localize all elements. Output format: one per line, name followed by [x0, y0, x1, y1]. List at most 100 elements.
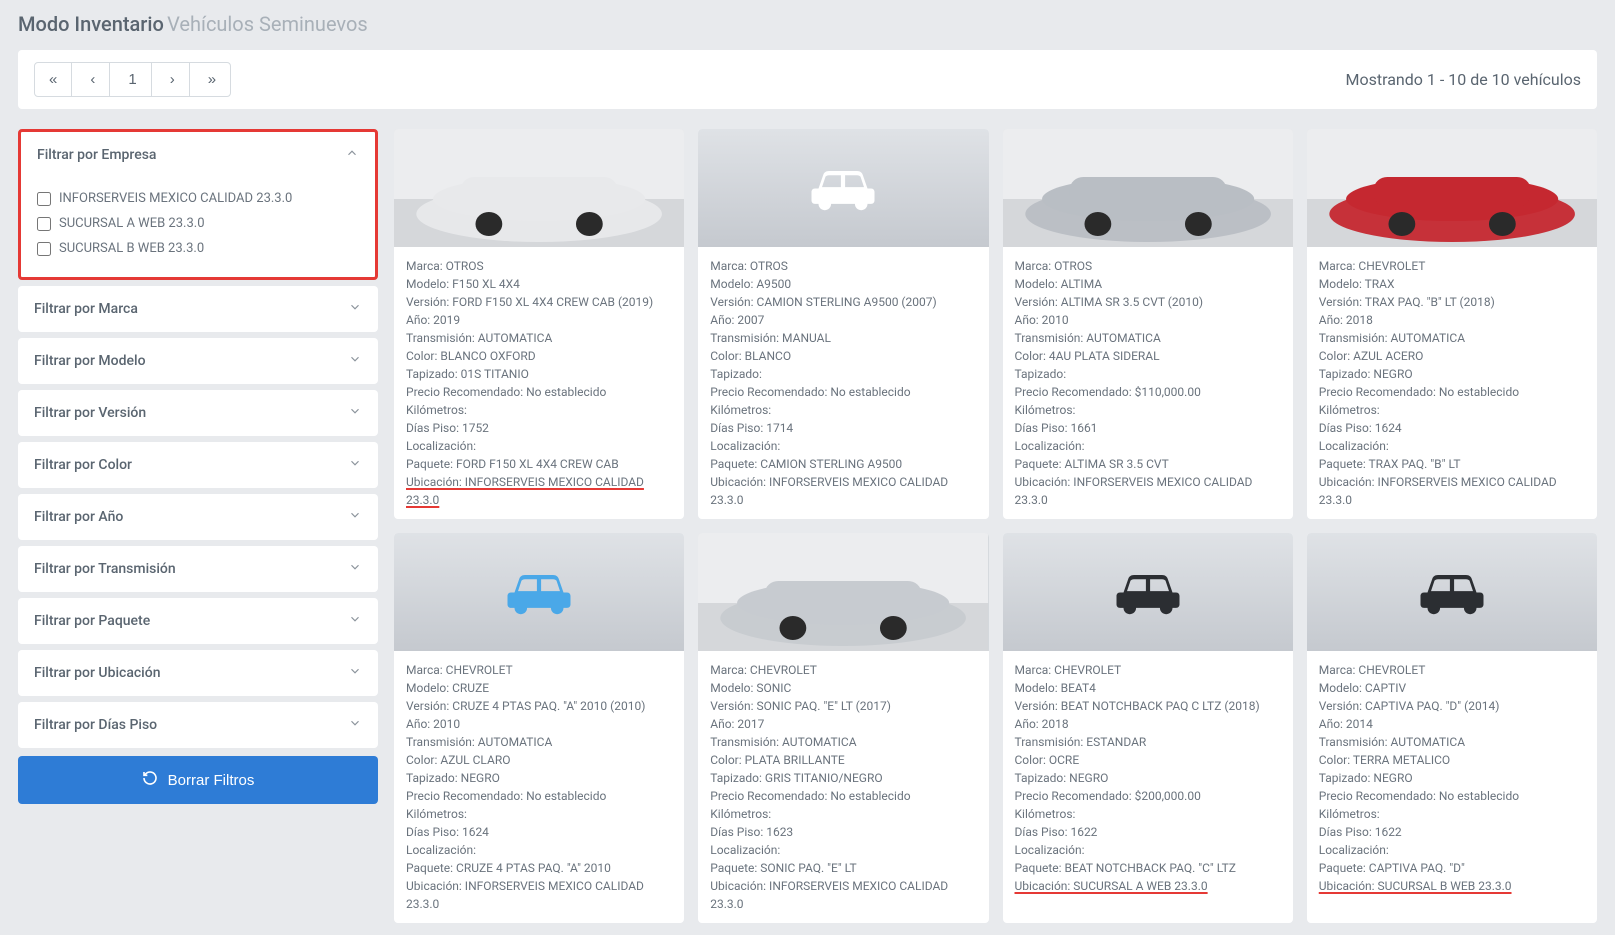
- loc: Localización:: [1319, 437, 1585, 455]
- transmision: Transmisión: AUTOMATICA: [1319, 329, 1585, 347]
- vehicle-card[interactable]: Marca: OTROSModelo: ALTIMAVersión: ALTIM…: [1003, 129, 1293, 519]
- modelo: Modelo: TRAX: [1319, 275, 1585, 293]
- topbar: « ‹ 1 › » Mostrando 1 - 10 de 10 vehícul…: [18, 50, 1597, 109]
- paquete: Paquete: TRAX PAQ. "B" LT: [1319, 455, 1585, 473]
- ano: Año: 2010: [1015, 311, 1281, 329]
- filter-header[interactable]: Filtrar por Modelo: [18, 338, 378, 384]
- paquete: Paquete: CAPTIVA PAQ. "D": [1319, 859, 1585, 877]
- filter-group: Filtrar por Transmisión: [18, 546, 378, 592]
- pager-page-button[interactable]: 1: [114, 63, 151, 96]
- filter-empresa: Filtrar por Empresa INFORSERVEIS MEXICO …: [18, 129, 378, 280]
- precio: Precio Recomendado: No establecido: [710, 787, 976, 805]
- ano: Año: 2019: [406, 311, 672, 329]
- marca: Marca: CHEVROLET: [1015, 661, 1281, 679]
- vehicle-card[interactable]: Marca: CHEVROLETModelo: CRUZEVersión: CR…: [394, 533, 684, 923]
- loc: Localización:: [710, 437, 976, 455]
- vehicle-image: [1307, 129, 1597, 247]
- chevron-down-icon: [348, 404, 362, 422]
- ubicacion: Ubicación: INFORSERVEIS MEXICO CALIDAD 2…: [1319, 473, 1585, 509]
- transmision: Transmisión: AUTOMATICA: [406, 329, 672, 347]
- transmision: Transmisión: AUTOMATICA: [1319, 733, 1585, 751]
- color: Color: OCRE: [1015, 751, 1281, 769]
- ubicacion: Ubicación: INFORSERVEIS MEXICO CALIDAD 2…: [710, 877, 976, 913]
- vehicle-image: [1003, 533, 1293, 651]
- vehicle-image: [394, 533, 684, 651]
- version: Versión: SONIC PAQ. "E" LT (2017): [710, 697, 976, 715]
- modelo: Modelo: CAPTIV: [1319, 679, 1585, 697]
- filter-label: Filtrar por Marca: [34, 301, 138, 317]
- modelo: Modelo: CRUZE: [406, 679, 672, 697]
- vehicle-card[interactable]: Marca: OTROSModelo: A9500Versión: CAMION…: [698, 129, 988, 519]
- filter-header[interactable]: Filtrar por Color: [18, 442, 378, 488]
- chevron-down-icon: [348, 508, 362, 526]
- pager-last-button[interactable]: »: [194, 63, 230, 96]
- page-title: Modo Inventario: [18, 12, 164, 36]
- km: Kilómetros:: [710, 805, 976, 823]
- filter-header[interactable]: Filtrar por Año: [18, 494, 378, 540]
- dias: Días Piso: 1624: [1319, 419, 1585, 437]
- filter-option-label: INFORSERVEIS MEXICO CALIDAD 23.3.0: [59, 191, 292, 206]
- marca: Marca: OTROS: [406, 257, 672, 275]
- vehicle-card[interactable]: Marca: CHEVROLETModelo: TRAXVersión: TRA…: [1307, 129, 1597, 519]
- dias: Días Piso: 1624: [406, 823, 672, 841]
- color: Color: BLANCO OXFORD: [406, 347, 672, 365]
- transmision: Transmisión: AUTOMATICA: [710, 733, 976, 751]
- precio: Precio Recomendado: No establecido: [406, 787, 672, 805]
- filter-checkbox[interactable]: [37, 242, 51, 256]
- pager-prev-button[interactable]: ‹: [76, 63, 110, 96]
- modelo: Modelo: BEAT4: [1015, 679, 1281, 697]
- ano: Año: 2017: [710, 715, 976, 733]
- undo-icon: [142, 770, 158, 790]
- loc: Localización:: [1319, 841, 1585, 859]
- marca: Marca: CHEVROLET: [710, 661, 976, 679]
- km: Kilómetros:: [1015, 805, 1281, 823]
- tapizado: Tapizado: NEGRO: [406, 769, 672, 787]
- dias: Días Piso: 1714: [710, 419, 976, 437]
- filter-group: Filtrar por Paquete: [18, 598, 378, 644]
- version: Versión: BEAT NOTCHBACK PAQ C LTZ (2018): [1015, 697, 1281, 715]
- pager-next-button[interactable]: ›: [156, 63, 190, 96]
- version: Versión: ALTIMA SR 3.5 CVT (2010): [1015, 293, 1281, 311]
- vehicle-grid: Marca: OTROSModelo: F150 XL 4X4Versión: …: [394, 129, 1597, 923]
- filter-group: Filtrar por Marca: [18, 286, 378, 332]
- clear-filters-button[interactable]: Borrar Filtros: [18, 756, 378, 804]
- vehicle-card[interactable]: Marca: CHEVROLETModelo: SONICVersión: SO…: [698, 533, 988, 923]
- filter-empresa-option[interactable]: SUCURSAL A WEB 23.3.0: [37, 211, 359, 236]
- filter-header[interactable]: Filtrar por Ubicación: [18, 650, 378, 696]
- filter-empresa-option[interactable]: SUCURSAL B WEB 23.3.0: [37, 236, 359, 261]
- pager-first-button[interactable]: «: [35, 63, 72, 96]
- tapizado: Tapizado: 01S TITANIO: [406, 365, 672, 383]
- vehicle-details: Marca: OTROSModelo: A9500Versión: CAMION…: [698, 247, 988, 519]
- vehicle-card[interactable]: Marca: CHEVROLETModelo: BEAT4Versión: BE…: [1003, 533, 1293, 923]
- vehicle-card[interactable]: Marca: OTROSModelo: F150 XL 4X4Versión: …: [394, 129, 684, 519]
- filter-group: Filtrar por Color: [18, 442, 378, 488]
- km: Kilómetros:: [1319, 805, 1585, 823]
- marca: Marca: CHEVROLET: [1319, 661, 1585, 679]
- loc: Localización:: [1015, 437, 1281, 455]
- vehicle-image: [698, 129, 988, 247]
- pager: « ‹ 1 › »: [34, 62, 231, 97]
- marca: Marca: OTROS: [1015, 257, 1281, 275]
- tapizado: Tapizado: NEGRO: [1015, 769, 1281, 787]
- paquete: Paquete: SONIC PAQ. "E" LT: [710, 859, 976, 877]
- page-subtitle: Vehículos Seminuevos: [167, 12, 368, 36]
- filter-header[interactable]: Filtrar por Marca: [18, 286, 378, 332]
- filter-checkbox[interactable]: [37, 192, 51, 206]
- filter-header[interactable]: Filtrar por Transmisión: [18, 546, 378, 592]
- loc: Localización:: [406, 841, 672, 859]
- marca: Marca: OTROS: [710, 257, 976, 275]
- filter-empresa-header[interactable]: Filtrar por Empresa: [21, 132, 375, 178]
- vehicle-card[interactable]: Marca: CHEVROLETModelo: CAPTIVVersión: C…: [1307, 533, 1597, 923]
- filter-header[interactable]: Filtrar por Días Piso: [18, 702, 378, 748]
- filter-header[interactable]: Filtrar por Versión: [18, 390, 378, 436]
- paquete: Paquete: CRUZE 4 PTAS PAQ. "A" 2010: [406, 859, 672, 877]
- filter-header[interactable]: Filtrar por Paquete: [18, 598, 378, 644]
- modelo: Modelo: F150 XL 4X4: [406, 275, 672, 293]
- km: Kilómetros:: [710, 401, 976, 419]
- filter-group: Filtrar por Modelo: [18, 338, 378, 384]
- dias: Días Piso: 1752: [406, 419, 672, 437]
- filter-checkbox[interactable]: [37, 217, 51, 231]
- filter-empresa-option[interactable]: INFORSERVEIS MEXICO CALIDAD 23.3.0: [37, 186, 359, 211]
- filter-group: Filtrar por Ubicación: [18, 650, 378, 696]
- transmision: Transmisión: AUTOMATICA: [1015, 329, 1281, 347]
